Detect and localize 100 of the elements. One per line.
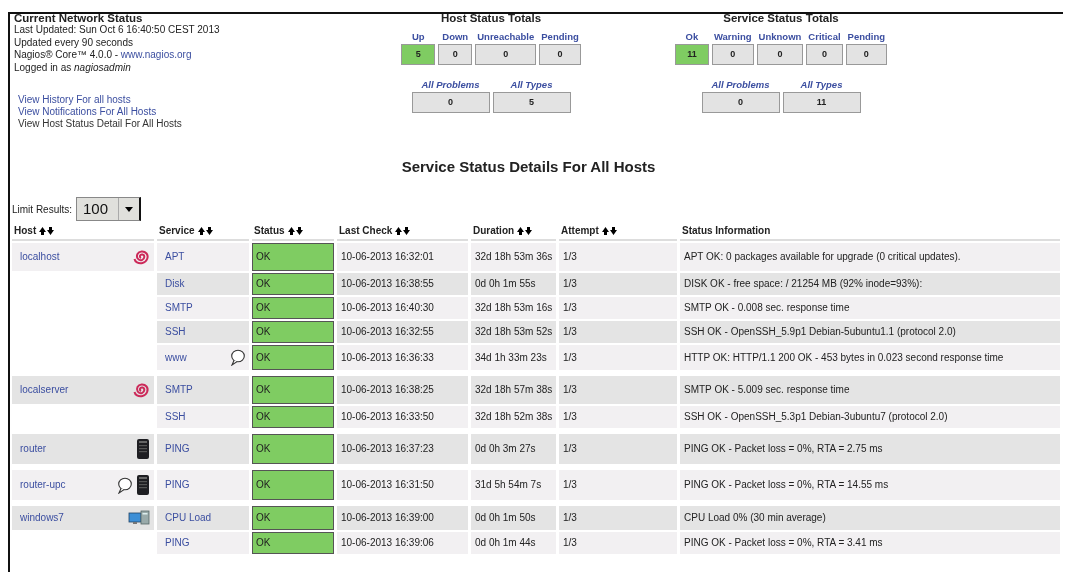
caret-icon (125, 206, 134, 212)
status-cell: OK (252, 506, 334, 530)
service-link[interactable]: SSH (161, 325, 186, 339)
status-cell: OK (252, 376, 334, 404)
status-filter-link[interactable]: All Problems (701, 79, 780, 90)
status-filter-link[interactable]: Warning (711, 31, 754, 42)
table-cell: 1/3 (559, 506, 677, 530)
server-icon (136, 438, 150, 460)
version-text: Nagios® Core™ 4.0.0 - (14, 49, 120, 60)
view-link[interactable]: View Host Status Detail For All Hosts (18, 118, 182, 130)
column-header[interactable]: Attempt (561, 225, 599, 236)
count-cell[interactable]: 0 (711, 44, 754, 65)
table-cell: 1/3 (559, 321, 677, 343)
count-cell[interactable]: 5 (401, 44, 436, 65)
service-link[interactable]: Disk (161, 277, 185, 291)
column-header[interactable]: Duration (473, 225, 515, 236)
table-cell: 10-06-2013 16:39:00 (337, 506, 468, 530)
view-link[interactable]: View History For all hosts (18, 94, 131, 106)
table-cell: CPU Load 0% (30 min average) (680, 506, 1060, 530)
table-cell: 10-06-2013 16:32:01 (337, 243, 468, 271)
status-cell: OK (252, 273, 334, 295)
column-header[interactable]: Host (14, 225, 37, 236)
status-cell: OK (252, 406, 334, 428)
host-link[interactable]: router-upc (16, 478, 66, 492)
table-cell: 32d 18h 53m 16s (471, 297, 556, 319)
count-cell[interactable]: 11 (782, 92, 861, 113)
table-cell: PING OK - Packet loss = 0%, RTA = 2.75 ms (680, 434, 1060, 464)
column-header[interactable]: Service (159, 225, 195, 236)
status-filter-link[interactable]: Up (401, 31, 436, 42)
status-filter-link[interactable]: All Problems (411, 79, 490, 90)
status-filter-link[interactable]: Unknown (756, 31, 804, 42)
service-link[interactable]: SSH (161, 410, 186, 424)
column-header[interactable]: Last Check (339, 225, 393, 236)
host-link[interactable]: localserver (16, 383, 69, 397)
table-cell: 1/3 (559, 297, 677, 319)
table-cell: HTTP OK: HTTP/1.1 200 OK - 453 bytes in 0.023 second response time (680, 345, 1060, 370)
table-cell: 1/3 (559, 273, 677, 295)
table-cell: 31d 5h 54m 7s (471, 470, 556, 500)
service-link[interactable]: APT (161, 250, 185, 264)
computer-icon (128, 510, 150, 526)
count-cell[interactable]: 0 (806, 44, 843, 65)
table-cell: 32d 18h 57m 38s (471, 376, 556, 404)
table-cell: 1/3 (559, 243, 677, 271)
table-cell: DISK OK - free space: / 21254 MB (92% inode=93%): (680, 273, 1060, 295)
count-cell[interactable]: 11 (674, 44, 709, 65)
last-updated-text: Last Updated: Sun Oct 6 16:40:50 CEST 2013 (14, 24, 221, 37)
count-cell[interactable]: 0 (438, 44, 473, 65)
table-cell: 1/3 (559, 345, 677, 370)
table-cell: 32d 18h 52m 38s (471, 406, 556, 428)
table-cell: 32d 18h 53m 52s (471, 321, 556, 343)
logged-in-text: Logged in as nagiosadmin (14, 61, 132, 74)
status-cell: OK (252, 470, 334, 500)
service-link[interactable]: PING (161, 442, 190, 456)
table-cell: 1/3 (559, 470, 677, 500)
table-cell: 10-06-2013 16:36:33 (337, 345, 468, 370)
status-filter-link[interactable]: Pending (539, 31, 581, 42)
limit-label: Limit Results: (12, 203, 72, 215)
table-cell: 1/3 (559, 376, 677, 404)
status-filter-link[interactable]: All Types (492, 79, 571, 90)
page-title: Service Status Details For All Hosts (400, 158, 657, 175)
count-cell[interactable]: 5 (492, 92, 571, 113)
table-cell: 0d 0h 3m 27s (471, 434, 556, 464)
nagios-link[interactable]: www.nagios.org (120, 49, 192, 60)
column-header[interactable]: Status Information (682, 225, 771, 236)
refresh-interval-text: Updated every 90 seconds (14, 36, 134, 49)
host-link[interactable]: localhost (16, 250, 60, 264)
count-cell[interactable]: 0 (539, 44, 581, 65)
table-cell: 10-06-2013 16:32:55 (337, 321, 468, 343)
status-filter-link[interactable]: Critical (806, 31, 843, 42)
service-link[interactable]: www (161, 350, 187, 365)
status-cell: OK (252, 532, 334, 554)
column-header[interactable]: Status (254, 225, 285, 236)
table-cell: 10-06-2013 16:38:25 (337, 376, 468, 404)
view-link[interactable]: View Notifications For All Hosts (18, 106, 157, 118)
table-cell: 1/3 (559, 532, 677, 554)
table-cell: 0d 0h 1m 44s (471, 532, 556, 554)
count-cell[interactable]: 0 (475, 44, 537, 65)
host-link[interactable]: windows7 (16, 511, 64, 525)
count-cell[interactable]: 0 (701, 92, 780, 113)
table-cell: 10-06-2013 16:33:50 (337, 406, 468, 428)
limit-dropdown[interactable]: 100 (76, 197, 142, 221)
status-filter-link[interactable]: Pending (845, 31, 888, 42)
status-cell: OK (252, 345, 334, 370)
status-filter-link[interactable]: Unreachable (475, 31, 537, 42)
count-cell[interactable]: 0 (845, 44, 888, 65)
totals-title: Service Status Totals (723, 14, 839, 24)
host-link[interactable]: router (16, 442, 47, 456)
status-filter-link[interactable]: Ok (674, 31, 709, 42)
service-link[interactable]: SMTP (161, 383, 193, 397)
count-cell[interactable]: 0 (411, 92, 490, 113)
status-filter-link[interactable]: All Types (782, 79, 861, 90)
service-link[interactable]: PING (161, 478, 190, 492)
status-filter-link[interactable]: Down (438, 31, 473, 42)
table-cell: SSH OK - OpenSSH_5.9p1 Debian-5ubuntu1.1 (protocol 2.0) (680, 321, 1060, 343)
table-cell: 10-06-2013 16:37:23 (337, 434, 468, 464)
table-cell: 10-06-2013 16:40:30 (337, 297, 468, 319)
status-cell: OK (252, 434, 334, 464)
table-cell: 1/3 (559, 434, 677, 464)
table-cell: 34d 1h 33m 23s (471, 345, 556, 370)
count-cell[interactable]: 0 (756, 44, 804, 65)
